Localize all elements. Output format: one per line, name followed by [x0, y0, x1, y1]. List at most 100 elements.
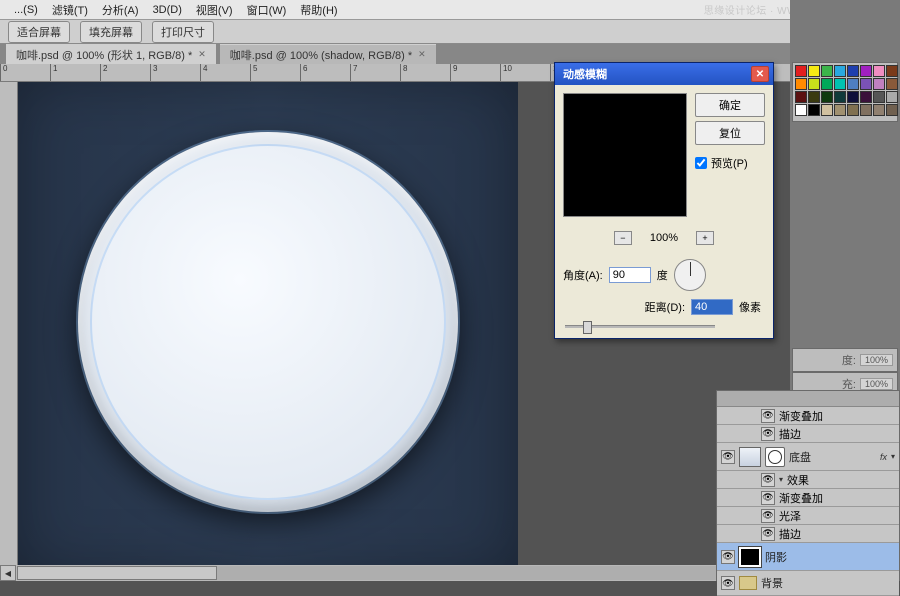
chevron-down-icon[interactable]: ▾: [779, 475, 783, 484]
swatch[interactable]: [860, 104, 872, 116]
angle-dial[interactable]: [674, 259, 706, 291]
swatch[interactable]: [873, 78, 885, 90]
zoom-out-button[interactable]: −: [614, 231, 632, 245]
swatch[interactable]: [873, 104, 885, 116]
ok-button[interactable]: 确定: [695, 93, 765, 117]
swatch[interactable]: [808, 78, 820, 90]
menu-window[interactable]: 窗口(W): [241, 0, 293, 20]
artwork-plate: [78, 132, 458, 512]
folder-icon[interactable]: [739, 576, 757, 590]
swatches-panel[interactable]: [792, 62, 898, 122]
swatch[interactable]: [847, 91, 859, 103]
swatch[interactable]: [834, 104, 846, 116]
menu-view[interactable]: 视图(V): [190, 0, 239, 20]
swatch[interactable]: [808, 91, 820, 103]
visibility-icon[interactable]: 👁: [761, 491, 775, 505]
reset-button[interactable]: 复位: [695, 121, 765, 145]
visibility-icon[interactable]: 👁: [761, 473, 775, 487]
swatch[interactable]: [821, 91, 833, 103]
layer-name: 光泽: [779, 508, 801, 524]
visibility-icon[interactable]: 👁: [761, 509, 775, 523]
swatch[interactable]: [795, 78, 807, 90]
swatch[interactable]: [847, 104, 859, 116]
fill-value[interactable]: 100%: [860, 378, 893, 390]
visibility-icon[interactable]: 👁: [721, 576, 735, 590]
layer-effect-group[interactable]: 👁 ▾ 效果: [717, 471, 899, 489]
canvas[interactable]: [18, 82, 518, 572]
swatch[interactable]: [821, 78, 833, 90]
visibility-icon[interactable]: 👁: [761, 527, 775, 541]
menu-analysis[interactable]: 分析(A): [96, 0, 145, 20]
layer-row[interactable]: 👁 背景: [717, 571, 899, 596]
distance-slider[interactable]: [565, 325, 715, 328]
dialog-titlebar[interactable]: 动感模糊 ✕: [555, 63, 773, 85]
close-icon[interactable]: ✕: [418, 49, 426, 60]
close-icon[interactable]: ✕: [198, 49, 206, 60]
document-tab-2[interactable]: 咖啡.psd @ 100% (shadow, RGB/8) * ✕: [220, 44, 436, 65]
layer-effect-row[interactable]: 👁 描边: [717, 425, 899, 443]
swatch[interactable]: [886, 104, 898, 116]
visibility-icon[interactable]: 👁: [761, 409, 775, 423]
layer-row[interactable]: 👁 底盘 fx ▾: [717, 443, 899, 471]
layer-effect-row[interactable]: 👁 渐变叠加: [717, 407, 899, 425]
distance-unit: 像素: [739, 299, 761, 315]
swatch[interactable]: [834, 78, 846, 90]
swatch[interactable]: [834, 91, 846, 103]
visibility-icon[interactable]: 👁: [761, 427, 775, 441]
zoom-in-button[interactable]: +: [696, 231, 714, 245]
layer-name: 描边: [779, 526, 801, 542]
swatch[interactable]: [821, 65, 833, 77]
document-tab-bar: 咖啡.psd @ 100% (形状 1, RGB/8) * ✕ 咖啡.psd @…: [0, 44, 900, 64]
fill-screen-button[interactable]: 填充屏幕: [80, 21, 142, 43]
swatch[interactable]: [795, 91, 807, 103]
swatch[interactable]: [834, 65, 846, 77]
fx-badge[interactable]: fx: [880, 452, 887, 462]
layer-name: 背景: [761, 575, 895, 591]
swatch[interactable]: [808, 104, 820, 116]
menu-help[interactable]: 帮助(H): [294, 0, 343, 20]
menu-filter[interactable]: 滤镜(T): [46, 0, 94, 20]
print-size-button[interactable]: 打印尺寸: [152, 21, 214, 43]
swatch[interactable]: [847, 78, 859, 90]
slider-knob[interactable]: [583, 321, 592, 334]
scroll-left-icon[interactable]: ◀: [0, 565, 16, 581]
preview-checkbox-input[interactable]: [695, 157, 707, 169]
swatch[interactable]: [886, 65, 898, 77]
opacity-value[interactable]: 100%: [860, 354, 893, 366]
preview-checkbox[interactable]: 预览(P): [695, 155, 765, 171]
layer-mask-icon[interactable]: [765, 447, 785, 467]
swatch[interactable]: [795, 65, 807, 77]
distance-input[interactable]: [691, 299, 733, 315]
layer-effect-row[interactable]: 👁 渐变叠加: [717, 489, 899, 507]
menu-3d[interactable]: 3D(D): [147, 2, 188, 18]
chevron-down-icon[interactable]: ▾: [891, 452, 895, 461]
swatch[interactable]: [860, 65, 872, 77]
layer-name: 底盘: [789, 449, 876, 465]
swatch[interactable]: [808, 65, 820, 77]
tab-label: 咖啡.psd @ 100% (形状 1, RGB/8) *: [16, 47, 192, 63]
close-icon[interactable]: ✕: [751, 66, 769, 82]
document-tab-1[interactable]: 咖啡.psd @ 100% (形状 1, RGB/8) * ✕: [6, 44, 216, 65]
swatch[interactable]: [795, 104, 807, 116]
swatch[interactable]: [873, 65, 885, 77]
layer-effect-row[interactable]: 👁 光泽: [717, 507, 899, 525]
swatch[interactable]: [886, 78, 898, 90]
dialog-preview[interactable]: [563, 93, 687, 217]
angle-input[interactable]: [609, 267, 651, 283]
swatch[interactable]: [886, 91, 898, 103]
canvas-area[interactable]: [18, 82, 518, 572]
swatch[interactable]: [860, 78, 872, 90]
layer-thumb[interactable]: [739, 547, 761, 567]
layer-effect-row[interactable]: 👁 描边: [717, 525, 899, 543]
swatch[interactable]: [847, 65, 859, 77]
visibility-icon[interactable]: 👁: [721, 550, 735, 564]
visibility-icon[interactable]: 👁: [721, 450, 735, 464]
menu-item[interactable]: ...(S): [8, 2, 44, 18]
layer-thumb[interactable]: [739, 447, 761, 467]
swatch[interactable]: [821, 104, 833, 116]
scroll-thumb[interactable]: [17, 566, 217, 580]
swatch[interactable]: [873, 91, 885, 103]
layer-row-selected[interactable]: 👁 阴影: [717, 543, 899, 571]
fit-screen-button[interactable]: 适合屏幕: [8, 21, 70, 43]
swatch[interactable]: [860, 91, 872, 103]
